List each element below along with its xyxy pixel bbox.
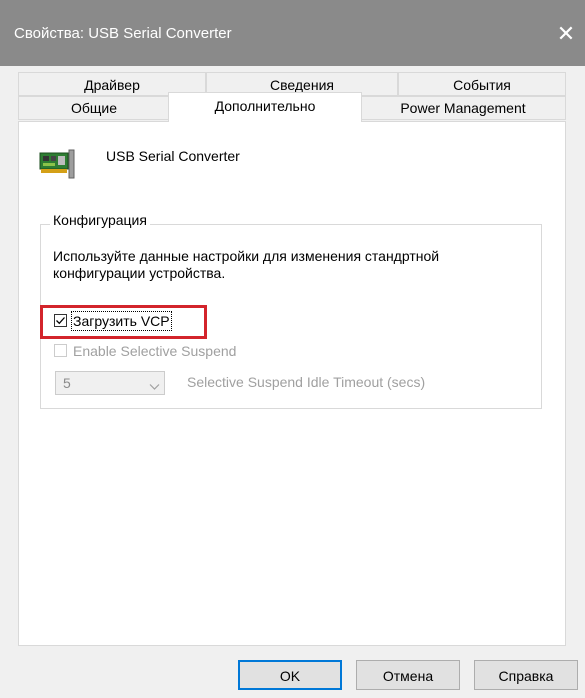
tab-general[interactable]: Общие — [18, 96, 170, 120]
load-vcp-label[interactable]: Загрузить VCP — [71, 311, 172, 331]
configuration-group-title: Конфигурация — [50, 212, 150, 228]
chevron-down-icon — [149, 378, 160, 394]
network-card-icon — [39, 147, 79, 181]
help-button[interactable]: Справка — [474, 660, 578, 690]
tab-events[interactable]: События — [398, 72, 566, 96]
window-title: Свойства: USB Serial Converter — [14, 25, 232, 42]
device-name: USB Serial Converter — [106, 148, 240, 164]
selective-suspend-label: Enable Selective Suspend — [73, 343, 237, 359]
load-vcp-checkbox[interactable] — [54, 314, 67, 327]
idle-timeout-value: 5 — [63, 375, 71, 391]
tab-power-management[interactable]: Power Management — [360, 96, 566, 120]
ok-button[interactable]: OK — [238, 660, 342, 690]
selective-suspend-checkbox[interactable] — [54, 344, 67, 357]
idle-timeout-select[interactable]: 5 — [55, 371, 165, 395]
checkmark-icon — [56, 317, 65, 325]
configuration-description: Используйте данные настройки для изменен… — [53, 248, 440, 281]
close-button[interactable]: ✕ — [547, 14, 585, 54]
tab-advanced[interactable]: Дополнительно — [168, 92, 362, 122]
title-bar[interactable]: Свойства: USB Serial Converter ✕ — [0, 0, 585, 66]
properties-dialog: Свойства: USB Serial Converter ✕ Драйвер… — [0, 0, 585, 698]
idle-timeout-caption: Selective Suspend Idle Timeout (secs) — [187, 374, 426, 390]
cancel-button[interactable]: Отмена — [356, 660, 460, 690]
